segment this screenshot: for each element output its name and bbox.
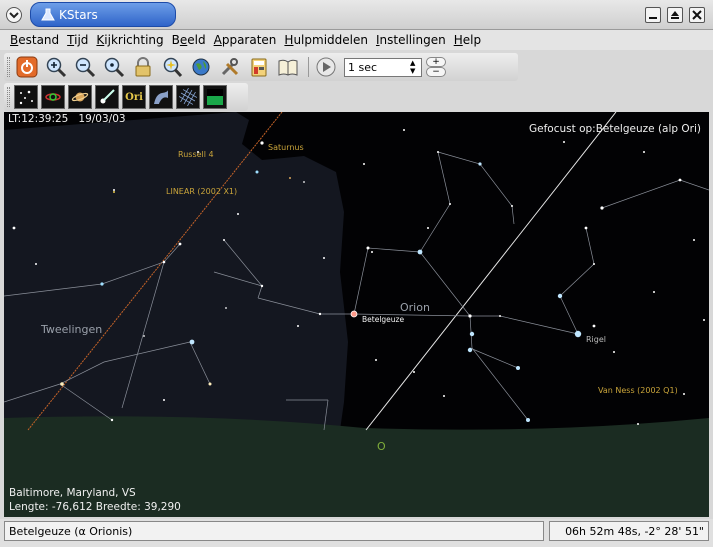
play-button[interactable] [313, 55, 339, 79]
find-object-icon [163, 57, 183, 78]
status-coords: 06h 52m 48s, -2° 28' 51" [549, 521, 709, 541]
menu-kijkrichting[interactable]: Kijkrichting [92, 33, 167, 47]
close-button[interactable] [689, 7, 705, 23]
window-title: KStars [59, 7, 98, 22]
menu-hulpmiddelen[interactable]: Hulpmiddelen [280, 33, 372, 47]
status-bar: Betelgeuze (α Orionis) 06h 52m 48s, -2° … [0, 519, 713, 547]
location-coords: Lengte: -76,612 Breedte: 39,290 [9, 501, 181, 513]
menu-help[interactable]: Help [450, 33, 485, 47]
ori-label: Ori [125, 91, 143, 103]
status-object: Betelgeuze (α Orionis) [4, 521, 544, 541]
chevron-down-icon [9, 12, 19, 19]
milky-way-icon [154, 90, 168, 104]
focus-label: Gefocust op:Betelgeuze (alp Ori) [529, 123, 701, 135]
label-saturnus: Saturnus [268, 143, 304, 152]
maximize-icon [671, 11, 679, 19]
label-tweelingen: Tweelingen [41, 323, 103, 336]
spin-up-icon[interactable]: ▲ [410, 59, 420, 67]
betelgeuze-star[interactable] [350, 310, 358, 318]
zoom-default-icon [104, 57, 125, 78]
power-button[interactable] [14, 55, 40, 79]
comet-marker [289, 177, 291, 179]
local-time-value: LT:12:39:25 [8, 113, 69, 125]
comet-marker [113, 191, 115, 193]
zoom-in-icon [46, 57, 67, 78]
menu-beeld[interactable]: Beeld [168, 33, 210, 47]
menu-bar: Bestand Tijd Kijkrichting Beeld Apparaten Hul… [0, 30, 713, 50]
toggle-planets-button[interactable] [68, 85, 92, 109]
label-vanness: Van Ness (2002 Q1) [598, 386, 678, 395]
deep-sky-icon [45, 93, 61, 101]
label-russell: Russell 4 [178, 150, 214, 159]
toggle-constellation-names-button[interactable]: Ori [122, 85, 146, 109]
zoom-in-button[interactable] [43, 55, 69, 79]
label-horizon-o: O [377, 440, 386, 453]
sky-map-canvas[interactable] [4, 112, 709, 517]
toolbar-separator [308, 57, 309, 77]
label-rigel: Rigel [586, 335, 607, 344]
local-date-value: 19/03/03 [78, 113, 126, 125]
milky-way [4, 112, 348, 430]
menu-instellingen[interactable]: Instellingen [372, 33, 450, 47]
zoom-default-button[interactable] [101, 55, 127, 79]
handbook-button[interactable] [275, 55, 301, 79]
play-icon [316, 57, 336, 77]
toggle-grid-button[interactable] [176, 85, 200, 109]
globe-button[interactable] [188, 55, 214, 79]
grid-icon [179, 88, 197, 106]
location-name: Baltimore, Maryland, VS [9, 487, 136, 499]
lock-button[interactable] [130, 55, 156, 79]
window-title-tab: KStars [30, 2, 176, 27]
close-icon [692, 10, 702, 20]
menu-apparaten[interactable]: Apparaten [210, 33, 281, 47]
comets-icon [100, 89, 115, 104]
units-up-button[interactable]: + [426, 56, 446, 67]
celestial-equator-line [365, 112, 617, 431]
zoom-out-icon [75, 57, 96, 78]
toggle-milky-way-button[interactable] [149, 85, 173, 109]
toolbar-grip[interactable] [7, 87, 10, 107]
toggle-deep-sky-button[interactable] [41, 85, 65, 109]
main-toolbar: 1 sec ▲ ▼ + − [4, 53, 518, 81]
tools-icon [221, 58, 239, 76]
horizon-icon [207, 89, 223, 105]
local-time: LT:12:39:25 19/03/03 [8, 113, 126, 125]
menu-bestand[interactable]: Bestand [6, 33, 63, 47]
zoom-out-button[interactable] [72, 55, 98, 79]
maximize-button[interactable] [667, 7, 683, 23]
minimize-button[interactable] [645, 7, 661, 23]
book-icon [278, 59, 298, 76]
view-toolbar: Ori [4, 83, 248, 111]
minimize-icon [649, 17, 657, 19]
planets-icon [71, 92, 89, 102]
window-menu-button[interactable] [6, 7, 22, 23]
title-bar: KStars [0, 0, 713, 30]
toggle-stars-button[interactable] [14, 85, 38, 109]
time-step-spinbox[interactable]: 1 sec ▲ ▼ [344, 57, 422, 77]
find-object-button[interactable] [159, 55, 185, 79]
toggle-comets-button[interactable] [95, 85, 119, 109]
globe-icon [192, 58, 210, 76]
sky-map[interactable]: LT:12:39:25 19/03/03 Gefocust op:Betelge… [4, 112, 709, 517]
time-step-units: + − [426, 56, 446, 78]
toolbar-grip[interactable] [7, 57, 10, 77]
kstars-flask-icon [41, 8, 55, 21]
units-down-button[interactable]: − [426, 66, 446, 77]
spin-down-icon[interactable]: ▼ [410, 67, 420, 75]
label-orion: Orion [400, 301, 430, 314]
label-linear: LINEAR (2002 X1) [166, 187, 238, 196]
label-betelgeuze: Betelgeuze [362, 315, 405, 324]
power-icon [16, 56, 38, 78]
menu-tijd[interactable]: Tijd [63, 33, 92, 47]
spin-arrows[interactable]: ▲ ▼ [410, 59, 420, 75]
lock-icon [135, 57, 151, 77]
tools-button[interactable] [217, 55, 243, 79]
calculator-button[interactable] [246, 55, 272, 79]
toggle-horizon-button[interactable] [203, 85, 227, 109]
time-step-value: 1 sec [348, 60, 378, 74]
calculator-icon [251, 58, 267, 77]
stars-icon [19, 90, 33, 105]
